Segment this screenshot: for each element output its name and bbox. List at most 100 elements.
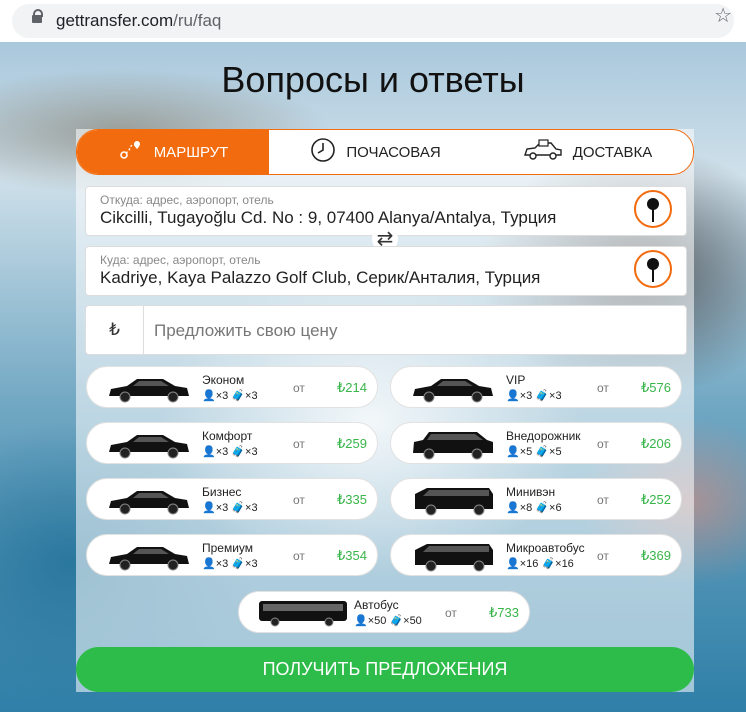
route-icon — [118, 139, 144, 165]
to-map-pin-button[interactable] — [634, 250, 672, 288]
vehicle-capacity: 👤×5 🧳×5 — [506, 445, 562, 458]
to-value[interactable]: Kadriye, Kaya Palazzo Golf Club, Серик/А… — [100, 268, 540, 288]
vehicle-class-name: Микроавтобус — [506, 541, 585, 555]
vehicle-capacity: 👤×50 🧳×50 — [354, 614, 422, 627]
luggage-count: ×3 — [245, 502, 258, 514]
from-map-pin-button[interactable] — [634, 190, 672, 228]
vehicle-capacity: 👤×3 🧳×3 — [202, 501, 258, 514]
vehicle-card[interactable]: Премиум 👤×3 🧳×3 от ₺354 — [86, 534, 378, 576]
luggage-icon: 🧳 — [535, 446, 550, 458]
from-label: Откуда: адрес, аэропорт, отель — [100, 193, 274, 207]
passenger-count: ×3 — [215, 558, 229, 570]
vehicle-card[interactable]: Внедорожник 👤×5 🧳×5 от ₺206 — [390, 422, 682, 464]
passenger-icon: 👤 — [506, 558, 520, 570]
vehicle-class-name: Эконом — [202, 373, 245, 387]
tab-delivery[interactable]: ДОСТАВКА — [482, 130, 693, 174]
passenger-count: ×3 — [519, 390, 533, 402]
luggage-count: ×50 — [403, 615, 422, 627]
get-offers-button[interactable]: ПОЛУЧИТЬ ПРЕДЛОЖЕНИЯ — [76, 647, 694, 692]
price-prefix: от — [597, 381, 609, 395]
tab-delivery-label: ДОСТАВКА — [572, 143, 653, 161]
price-prefix: от — [597, 549, 609, 563]
passenger-count: ×3 — [215, 502, 229, 514]
tab-hourly[interactable]: ПОЧАСОВАЯ — [269, 130, 482, 174]
luggage-icon: 🧳 — [231, 558, 246, 570]
browser-address-bar: gettransfer.com/ru/faq ☆ — [0, 0, 746, 42]
vehicle-image — [413, 432, 493, 460]
passenger-icon: 👤 — [202, 502, 216, 514]
passenger-icon: 👤 — [354, 615, 368, 627]
tab-route[interactable]: МАРШРУТ — [77, 130, 269, 174]
passenger-count: ×50 — [367, 615, 387, 627]
vehicle-class-name: Внедорожник — [506, 429, 581, 443]
lock-icon[interactable] — [32, 9, 43, 23]
price-prefix: от — [597, 437, 609, 451]
price-prefix: от — [293, 381, 305, 395]
vehicle-image — [415, 544, 493, 572]
vehicle-price: ₺335 — [337, 492, 367, 507]
luggage-icon: 🧳 — [231, 446, 246, 458]
page-title: Вопросы и ответы — [221, 59, 525, 100]
vehicle-price: ₺206 — [641, 436, 671, 451]
url-text[interactable]: gettransfer.com/ru/faq — [56, 11, 221, 31]
passenger-count: ×5 — [519, 446, 533, 458]
url-path: /ru/faq — [173, 11, 222, 30]
passenger-icon: 👤 — [202, 446, 216, 458]
luggage-count: ×3 — [245, 446, 258, 458]
vehicle-price: ₺252 — [641, 492, 671, 507]
vehicle-price: ₺214 — [337, 380, 367, 395]
price-prefix: от — [293, 437, 305, 451]
luggage-icon: 🧳 — [535, 502, 550, 514]
delivery-car-icon — [523, 139, 563, 165]
vehicle-card[interactable]: Автобус 👤×50 🧳×50 от ₺733 — [238, 591, 530, 633]
vehicle-price: ₺259 — [337, 436, 367, 451]
luggage-count: ×3 — [549, 390, 562, 402]
vehicle-class-name: Комфорт — [202, 429, 253, 443]
luggage-icon: 🧳 — [231, 502, 246, 514]
vehicle-price: ₺733 — [489, 605, 519, 620]
to-label: Куда: адрес, аэропорт, отель — [100, 253, 261, 267]
currency-symbol: ₺ — [86, 306, 144, 354]
vehicle-card[interactable]: Эконом 👤×3 🧳×3 от ₺214 — [86, 366, 378, 408]
vehicle-class-name: Автобус — [354, 598, 399, 612]
vehicle-card[interactable]: VIP 👤×3 🧳×3 от ₺576 — [390, 366, 682, 408]
price-input[interactable] — [152, 316, 676, 346]
luggage-count: ×3 — [245, 558, 258, 570]
price-prefix: от — [293, 549, 305, 563]
vehicle-capacity: 👤×3 🧳×3 — [506, 389, 562, 402]
url-bar[interactable]: gettransfer.com/ru/faq — [12, 4, 734, 38]
price-field: ₺ — [85, 305, 687, 355]
vehicle-card[interactable]: Микроавтобус 👤×16 🧳×16 от ₺369 — [390, 534, 682, 576]
vehicle-price: ₺354 — [337, 548, 367, 563]
luggage-icon: 🧳 — [535, 390, 550, 402]
passenger-icon: 👤 — [202, 558, 216, 570]
vehicle-card[interactable]: Комфорт 👤×3 🧳×3 от ₺259 — [86, 422, 378, 464]
from-value[interactable]: Cikcilli, Tugayoğlu Cd. No : 9, 07400 Al… — [100, 208, 556, 228]
passenger-count: ×16 — [519, 558, 539, 570]
luggage-icon: 🧳 — [541, 558, 556, 570]
to-field[interactable]: Куда: адрес, аэропорт, отель Kadriye, Ka… — [85, 246, 687, 296]
luggage-count: ×3 — [245, 390, 258, 402]
bookmark-star-icon[interactable]: ☆ — [714, 3, 732, 28]
tab-hourly-label: ПОЧАСОВАЯ — [346, 143, 441, 161]
vehicle-card[interactable]: Минивэн 👤×8 🧳×6 от ₺252 — [390, 478, 682, 520]
vehicle-capacity: 👤×8 🧳×6 — [506, 501, 562, 514]
tab-route-label: МАРШРУТ — [153, 143, 229, 161]
vehicle-price: ₺369 — [641, 548, 671, 563]
vehicle-class-name: Минивэн — [506, 485, 556, 499]
vehicle-card[interactable]: Бизнес 👤×3 🧳×3 от ₺335 — [86, 478, 378, 520]
price-prefix: от — [597, 493, 609, 507]
tab-bar: МАРШРУТ ПОЧАСОВАЯ ДОСТАВКА — [76, 129, 694, 175]
vehicle-capacity: 👤×3 🧳×3 — [202, 557, 258, 570]
luggage-count: ×16 — [555, 558, 574, 570]
passenger-count: ×3 — [215, 446, 229, 458]
vehicle-capacity: 👤×16 🧳×16 — [506, 557, 574, 570]
vehicle-image — [109, 379, 189, 403]
price-prefix: от — [445, 606, 457, 620]
passenger-icon: 👤 — [506, 446, 520, 458]
vehicle-capacity: 👤×3 🧳×3 — [202, 389, 258, 402]
vehicle-class-name: VIP — [506, 373, 526, 387]
url-host: gettransfer.com — [56, 11, 174, 30]
luggage-count: ×5 — [549, 446, 562, 458]
vehicle-image — [109, 547, 189, 571]
